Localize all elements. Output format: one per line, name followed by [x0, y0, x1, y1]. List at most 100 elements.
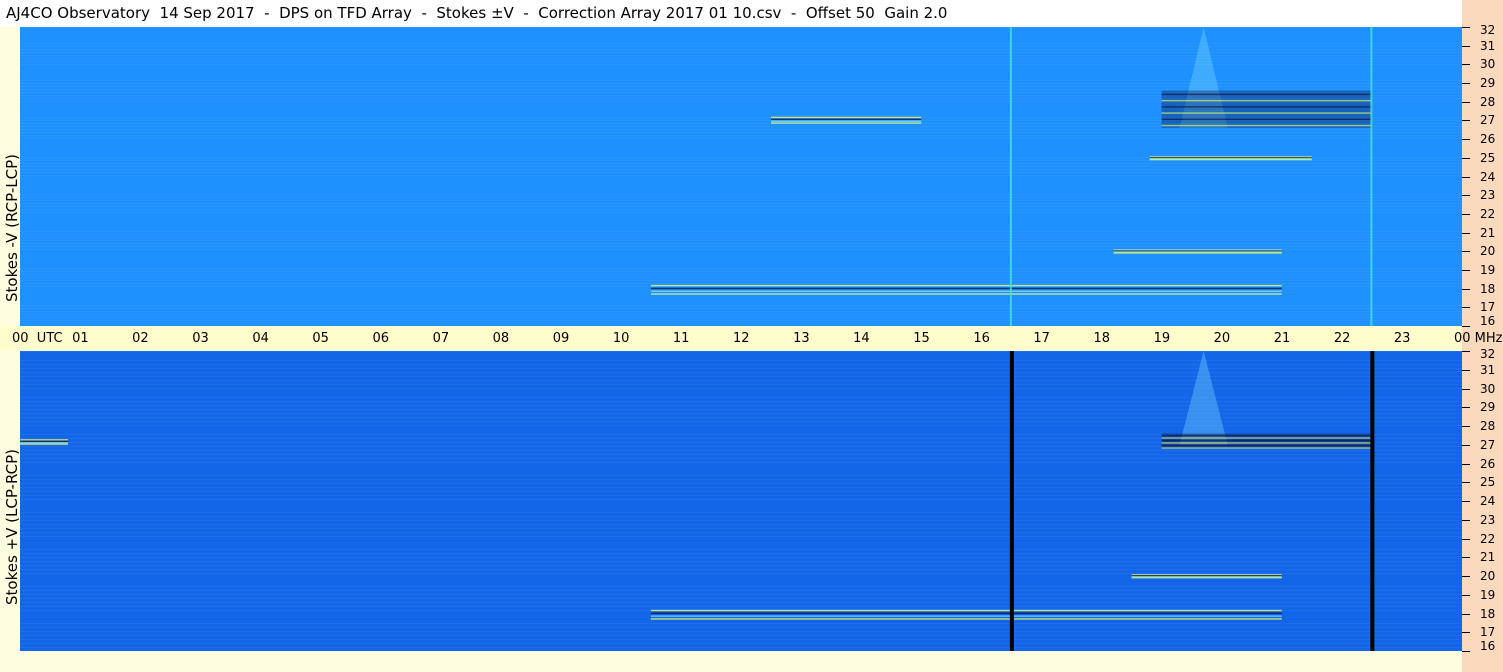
- texture-band: [20, 194, 1462, 195]
- y-tick-label: 27: [1480, 437, 1496, 452]
- x-tick-label-start: 00 UTC: [12, 331, 63, 346]
- texture-band: [20, 520, 1462, 521]
- y-tick-mark: [1462, 594, 1470, 596]
- burst-streak: [1161, 99, 1372, 102]
- horizontal-streak: [20, 440, 69, 443]
- x-tick-label: 09: [552, 331, 570, 346]
- texture-band: [20, 212, 1462, 213]
- burst-streak: [1161, 442, 1372, 444]
- texture-band: [20, 561, 1462, 562]
- y-tick-mark: [1462, 538, 1470, 540]
- y-tick-label: 27: [1480, 113, 1496, 128]
- horizontal-streak: [771, 118, 922, 121]
- y-tick-mark: [1462, 482, 1470, 484]
- texture-band: [20, 86, 1462, 87]
- x-tick-label: 21: [1273, 331, 1291, 346]
- x-tick-label: 20: [1213, 331, 1231, 346]
- y-tick-label: 24: [1480, 169, 1496, 184]
- texture-band: [20, 639, 1462, 640]
- horizontal-streak: [1149, 158, 1312, 161]
- texture-band: [20, 602, 1462, 603]
- y-tick-label: 18: [1480, 281, 1496, 296]
- texture-band: [20, 323, 1462, 324]
- horizontal-streak: [20, 443, 69, 445]
- texture-band: [20, 512, 1462, 513]
- y-tick-mark: [1462, 101, 1470, 103]
- texture-band: [20, 320, 1462, 321]
- texture-band: [20, 606, 1462, 607]
- burst-streak: [1161, 444, 1372, 447]
- y-tick-mark: [1462, 444, 1470, 446]
- y-tick-label: 26: [1480, 132, 1496, 147]
- texture-band: [20, 528, 1462, 529]
- burst-streak: [1161, 118, 1372, 121]
- x-tick-label: 03: [192, 331, 209, 346]
- burst-streak: [1161, 447, 1372, 449]
- y-tick-mark: [1462, 369, 1470, 371]
- y-tick-label: 24: [1480, 494, 1496, 508]
- texture-band: [20, 421, 1462, 422]
- texture-band: [20, 43, 1462, 44]
- x-tick-label: 11: [672, 331, 690, 346]
- texture-band: [20, 351, 1462, 352]
- y-tick-label: 26: [1480, 456, 1496, 471]
- burst-streak: [1161, 437, 1372, 439]
- y-tick-mark: [1462, 519, 1470, 521]
- y-tick-mark: [1462, 83, 1470, 85]
- texture-band: [20, 417, 1462, 418]
- y-tick-mark: [1462, 213, 1470, 215]
- horizontal-streak: [650, 287, 1282, 290]
- texture-band: [20, 200, 1462, 201]
- y-tick-mark: [1462, 463, 1470, 465]
- texture-band: [20, 135, 1462, 136]
- texture-band: [20, 647, 1462, 648]
- y-tick-mark: [1462, 557, 1470, 559]
- texture-band: [20, 240, 1462, 241]
- texture-band: [20, 491, 1462, 492]
- bottom-spectrogram: [20, 351, 1462, 651]
- horizontal-streak: [650, 609, 1282, 612]
- y-tick-label: 17: [1480, 625, 1496, 640]
- y-tick-label: 18: [1480, 606, 1496, 621]
- y-tick-mark: [1462, 307, 1470, 309]
- texture-band: [20, 197, 1462, 198]
- x-tick-label: 15: [913, 331, 930, 346]
- texture-band: [20, 231, 1462, 232]
- vertical-marker-line: [1009, 351, 1014, 651]
- texture-band: [20, 450, 1462, 451]
- burst-streak: [1161, 93, 1372, 96]
- y-tick-mark: [1462, 632, 1470, 634]
- y-tick-label: 19: [1480, 262, 1496, 277]
- texture-band: [20, 557, 1462, 558]
- y-tick-label: 32: [1480, 23, 1496, 37]
- horizontal-streak: [1131, 576, 1282, 579]
- texture-band: [20, 384, 1462, 385]
- texture-band: [20, 368, 1462, 369]
- y-tick-mark: [1462, 176, 1470, 178]
- texture-band: [20, 277, 1462, 278]
- texture-band: [20, 397, 1462, 398]
- y-tick-label: 23: [1480, 512, 1496, 527]
- y-tick-mark: [1462, 232, 1470, 234]
- y-tick-mark: [1462, 388, 1470, 390]
- top-ylabel-strip: Stokes -V (RCP-LCP): [0, 27, 21, 326]
- texture-band: [20, 58, 1462, 59]
- texture-band: [20, 138, 1462, 139]
- horizontal-streak: [20, 441, 69, 444]
- texture-band: [20, 360, 1462, 361]
- texture-band: [20, 169, 1462, 170]
- vertical-marker-line: [1370, 351, 1375, 651]
- texture-band: [20, 234, 1462, 235]
- x-tick-label: 17: [1033, 331, 1050, 346]
- texture-band: [20, 308, 1462, 309]
- y-tick-mark: [1462, 426, 1470, 427]
- texture-band: [20, 243, 1462, 244]
- horizontal-streak: [771, 122, 922, 124]
- y-tick-label: 23: [1480, 188, 1496, 203]
- texture-band: [20, 462, 1462, 463]
- burst-streak: [1161, 439, 1372, 442]
- texture-band: [20, 536, 1462, 537]
- texture-band: [20, 627, 1462, 628]
- texture-band: [20, 413, 1462, 414]
- x-tick-label: 10: [612, 331, 630, 346]
